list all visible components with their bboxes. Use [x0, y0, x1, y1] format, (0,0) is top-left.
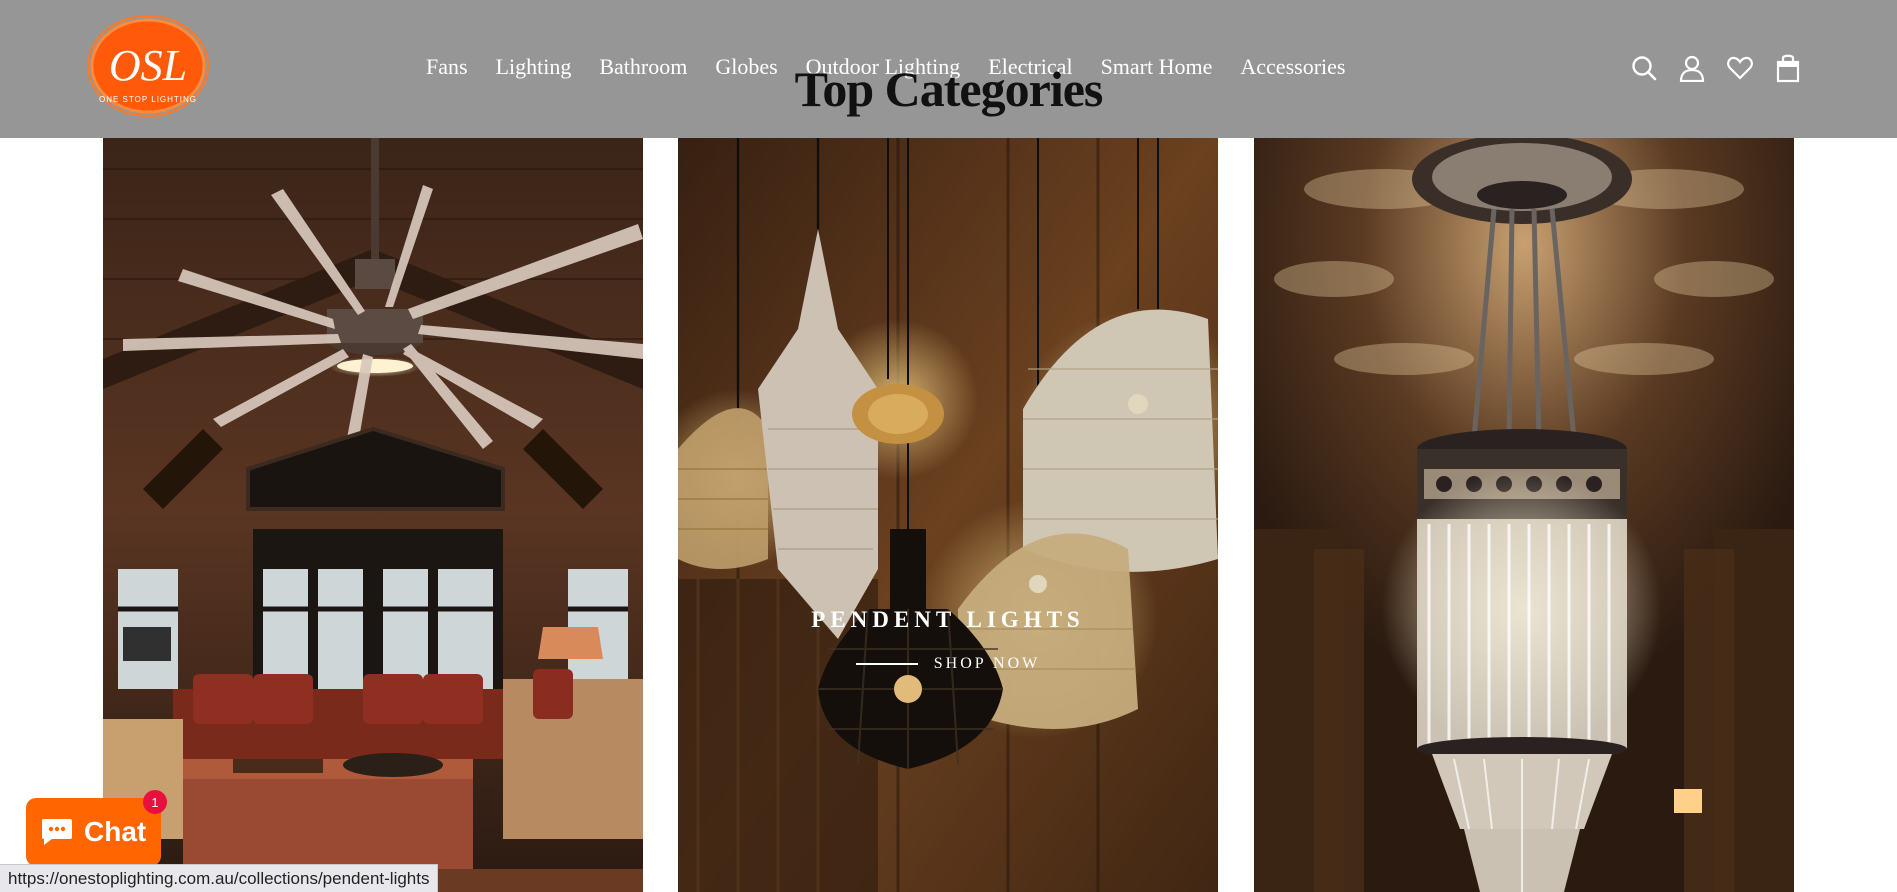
category-card-pendent-lights[interactable]: PENDENT LIGHTS SHOP NOW	[678, 129, 1218, 892]
category-caption: PENDENT LIGHTS SHOP NOW	[678, 607, 1218, 673]
chat-button[interactable]: Chat	[26, 798, 161, 866]
category-title: PENDENT LIGHTS	[811, 607, 1085, 632]
section-title: Top Categories	[794, 61, 1104, 117]
category-image-chandelier	[1254, 129, 1794, 892]
shop-now-link[interactable]: SHOP NOW	[855, 655, 1041, 673]
shop-now-label: SHOP NOW	[933, 655, 1041, 672]
divider-line	[855, 663, 918, 665]
category-image-pendant-lights	[678, 129, 1218, 892]
category-card-fans[interactable]	[103, 129, 643, 892]
chat-label: Chat	[84, 816, 147, 847]
chat-notification-badge: 1	[143, 790, 167, 814]
status-bar-url: https://onestoplighting.com.au/collectio…	[0, 864, 439, 892]
category-card-chandeliers[interactable]	[1254, 129, 1794, 892]
category-image-ceiling-fan	[103, 129, 643, 892]
chat-bubble-icon	[42, 819, 72, 845]
